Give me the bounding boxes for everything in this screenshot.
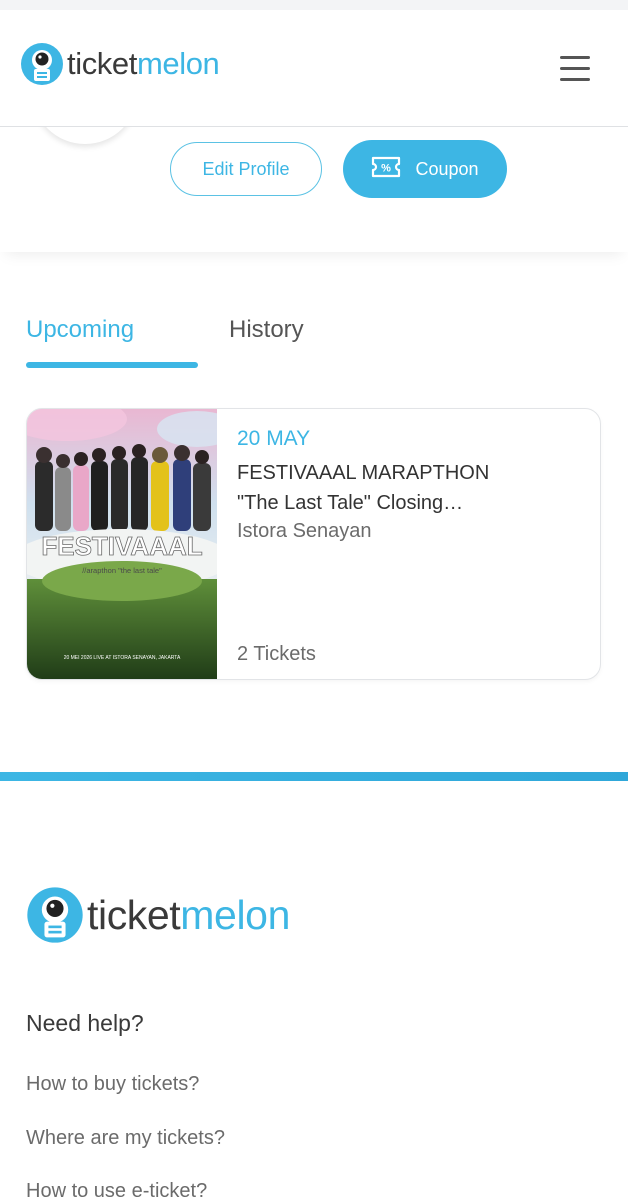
header-logo[interactable]: ticketmelon (20, 42, 220, 86)
poster-footer: 20 MEI 2026 LIVE AT ISTORA SENAYAN, JAKA… (64, 655, 181, 661)
active-tab-indicator (26, 362, 198, 368)
event-poster-image: FESTIVAAAL //arapthon "the last tale" 20… (27, 409, 237, 679)
event-title: FESTIVAAAL MARAPTHON "The Last Tale" Clo… (237, 462, 490, 514)
help-link-how-to-buy[interactable]: How to buy tickets? (26, 1073, 199, 1096)
footer-divider (0, 772, 628, 781)
edit-profile-button[interactable]: Edit Profile (170, 142, 322, 196)
coupon-label: Coupon (415, 158, 479, 179)
event-venue: Istora Senayan (237, 520, 372, 542)
tab-upcoming[interactable]: Upcoming (26, 316, 134, 344)
help-heading: Need help? (26, 1010, 144, 1036)
poster-subtitle: //arapthon "the last tale" (82, 566, 162, 575)
help-link-where-tickets[interactable]: Where are my tickets? (26, 1127, 225, 1150)
event-ticket-count: 2 Tickets (237, 643, 316, 665)
footer-logo-wordmark: ticketmelon (87, 892, 290, 939)
event-card[interactable]: FESTIVAAAL //arapthon "the last tale" 20… (26, 408, 601, 680)
coupon-button[interactable]: % Coupon (343, 140, 507, 198)
astronaut-logo-icon (20, 42, 64, 86)
logo-text-melon: melon (136, 46, 220, 81)
poster-title: FESTIVAAAL (41, 531, 202, 561)
logo-wordmark: ticketmelon (67, 46, 220, 82)
svg-text:%: % (382, 162, 392, 174)
footer-logo[interactable]: ticketmelon (26, 886, 290, 944)
event-date: 20 MAY (237, 427, 311, 450)
logo-text-ticket: ticket (67, 46, 137, 81)
profile-card: Edit Profile % Coupon (0, 86, 628, 252)
footer-logo-text-melon: melon (180, 891, 290, 938)
footer-logo-text-ticket: ticket (87, 891, 181, 938)
top-header: ticketmelon (0, 10, 628, 127)
astronaut-logo-icon (26, 886, 84, 944)
ticket-percent-icon: % (371, 156, 401, 183)
hamburger-menu-icon[interactable] (556, 54, 594, 84)
tab-history[interactable]: History (229, 316, 304, 344)
